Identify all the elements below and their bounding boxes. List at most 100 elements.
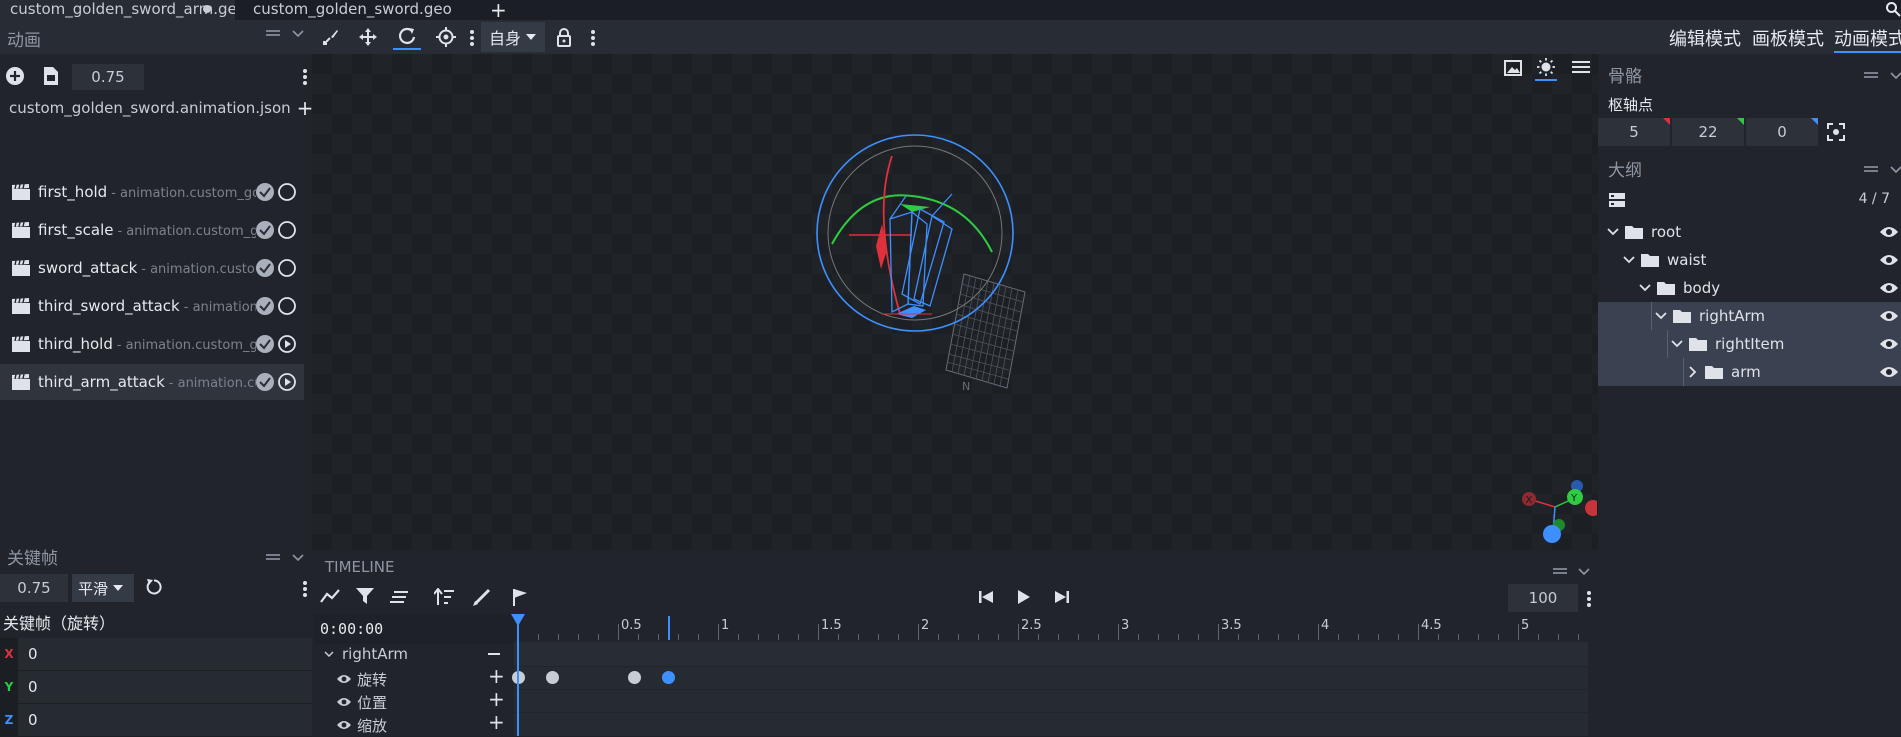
tab-custom-golden-sword[interactable]: custom_golden_sword.geo (243, 0, 483, 20)
collapse-minus-icon[interactable] (488, 653, 500, 655)
pivot-z-input[interactable]: 0 (1746, 118, 1818, 146)
align-list-icon[interactable] (390, 590, 408, 604)
panel-collapse-icon[interactable] (1552, 564, 1568, 578)
animation-item[interactable]: third_hold- animation.custom_golden_swor… (0, 326, 304, 362)
timeline-channel-row[interactable]: 旋转 + (314, 664, 514, 691)
lock-icon[interactable] (556, 27, 572, 47)
pivot-tool-icon[interactable] (432, 24, 460, 50)
bone-track[interactable] (514, 642, 1588, 666)
chevron-down-icon[interactable] (292, 30, 304, 38)
brush-icon[interactable] (473, 588, 491, 606)
outliner-item[interactable]: arm (1598, 358, 1901, 386)
add-animation-icon[interactable] (5, 66, 25, 86)
eye-icon[interactable] (336, 696, 352, 708)
skip-to-start-icon[interactable] (979, 590, 993, 604)
timeline-channel-row[interactable]: 缩放 + (314, 710, 514, 737)
tab-custom-golden-sword-arm[interactable]: custom_golden_sword_arm.geo (0, 0, 235, 20)
circle-icon[interactable] (278, 221, 296, 239)
outliner-item[interactable]: rightArm (1598, 302, 1901, 330)
animate-mode-button[interactable]: 动画模式 (1834, 25, 1901, 53)
animation-item[interactable]: third_sword_attack- animation.custom_gol… (0, 288, 304, 324)
chevron-down-icon[interactable] (1623, 256, 1635, 264)
timeline-channel-row[interactable]: 位置 + (314, 687, 514, 714)
rotation-track[interactable] (514, 667, 1588, 689)
chevron-down-icon[interactable] (1607, 228, 1619, 236)
panel-collapse-icon[interactable] (1863, 162, 1879, 176)
check-circle-icon[interactable] (256, 259, 274, 277)
more-vertical-icon[interactable] (1586, 590, 1592, 608)
new-tab-plus-icon[interactable]: + (490, 0, 507, 22)
interpolation-select[interactable]: 平滑 (72, 574, 134, 602)
eye-icon[interactable] (1879, 337, 1899, 351)
check-circle-icon[interactable] (256, 297, 274, 315)
keyframe-axis-row[interactable]: Z0 (0, 703, 312, 737)
check-circle-icon[interactable] (256, 221, 274, 239)
more-vertical-icon[interactable] (590, 29, 596, 47)
move-pivot-tool-icon[interactable] (317, 24, 345, 50)
filter-icon[interactable] (356, 588, 374, 604)
chevron-right-icon[interactable] (1689, 366, 1697, 378)
eye-icon[interactable] (1879, 281, 1899, 295)
transform-space-select[interactable]: 自身 (481, 22, 545, 52)
check-circle-icon[interactable] (256, 335, 274, 353)
animation-item[interactable]: third_arm_attack- animation.custom_golde… (0, 364, 304, 400)
search-icon[interactable] (1885, 1, 1901, 17)
check-circle-icon[interactable] (256, 373, 274, 391)
paint-mode-button[interactable]: 画板模式 (1752, 25, 1824, 51)
eye-icon[interactable] (336, 673, 352, 685)
animation-item[interactable]: first_hold- animation.custom_golden_swor… (0, 174, 304, 210)
scale-track[interactable] (514, 713, 1588, 736)
add-keyframe-plus-icon[interactable]: + (488, 687, 505, 711)
chevron-down-icon[interactable] (1890, 166, 1901, 174)
keyframe-dot[interactable] (662, 671, 675, 684)
add-keyframe-plus-icon[interactable]: + (488, 664, 505, 688)
keyframe-time-input[interactable]: 0.75 (0, 574, 68, 602)
reset-keyframe-icon[interactable] (145, 578, 163, 596)
pivot-x-input[interactable]: 5 (1598, 118, 1670, 146)
eye-icon[interactable] (1879, 309, 1899, 323)
outliner-item[interactable]: waist (1598, 246, 1901, 274)
circle-icon[interactable] (278, 259, 296, 277)
chevron-down-icon[interactable] (1578, 568, 1590, 576)
keyframe-axis-row[interactable]: Y0 (0, 670, 312, 704)
keyframe-dot[interactable] (628, 671, 641, 684)
panel-collapse-icon[interactable] (265, 550, 281, 564)
chevron-down-icon[interactable] (292, 554, 304, 562)
pivot-y-input[interactable]: 22 (1672, 118, 1744, 146)
viewport-menu-icon[interactable] (1572, 60, 1590, 74)
move-tool-icon[interactable] (354, 24, 382, 50)
3d-viewport[interactable]: N X Y (312, 54, 1598, 550)
model-with-rotate-gizmo[interactable]: N (802, 134, 1042, 454)
eye-icon[interactable] (1879, 225, 1899, 239)
rotate-tool-icon[interactable] (393, 24, 421, 50)
lighting-toggle-sun-icon[interactable] (1535, 58, 1557, 81)
axis-orientation-gizmo[interactable]: X Y (1515, 477, 1597, 547)
more-vertical-icon[interactable] (302, 580, 308, 598)
animation-item[interactable]: first_scale- animation.custom_golden_swo… (0, 212, 304, 248)
check-circle-icon[interactable] (256, 183, 274, 201)
circle-icon[interactable] (278, 183, 296, 201)
axis-value[interactable]: 0 (28, 645, 38, 663)
outliner-toggle-icon[interactable] (1608, 192, 1626, 208)
animation-file-row[interactable]: custom_golden_sword.animation.json + (0, 96, 313, 120)
chevron-down-icon[interactable] (1890, 72, 1901, 80)
play-icon[interactable] (1017, 590, 1031, 604)
sort-channels-icon[interactable] (434, 588, 454, 606)
outliner-item[interactable]: root (1598, 218, 1901, 246)
eye-icon[interactable] (1879, 253, 1899, 267)
outliner-item[interactable]: body (1598, 274, 1901, 302)
panel-collapse-icon[interactable] (1863, 68, 1879, 82)
chevron-down-icon[interactable] (1639, 284, 1651, 292)
chevron-down-icon[interactable] (1655, 312, 1667, 320)
chevron-down-icon[interactable] (1671, 340, 1683, 348)
animation-item[interactable]: sword_attack- animation.custom_golden_sw… (0, 250, 304, 286)
add-keyframe-plus-icon[interactable]: + (488, 710, 505, 734)
timeline-marker-flag-icon[interactable] (512, 588, 528, 606)
load-animation-file-icon[interactable] (43, 66, 59, 86)
keyframe-dot[interactable] (546, 671, 559, 684)
keyframe-axis-row[interactable]: X0 (0, 637, 312, 671)
outliner-item[interactable]: rightItem (1598, 330, 1901, 358)
eye-icon[interactable] (1879, 365, 1899, 379)
position-track[interactable] (514, 690, 1588, 712)
axis-value[interactable]: 0 (28, 711, 38, 729)
